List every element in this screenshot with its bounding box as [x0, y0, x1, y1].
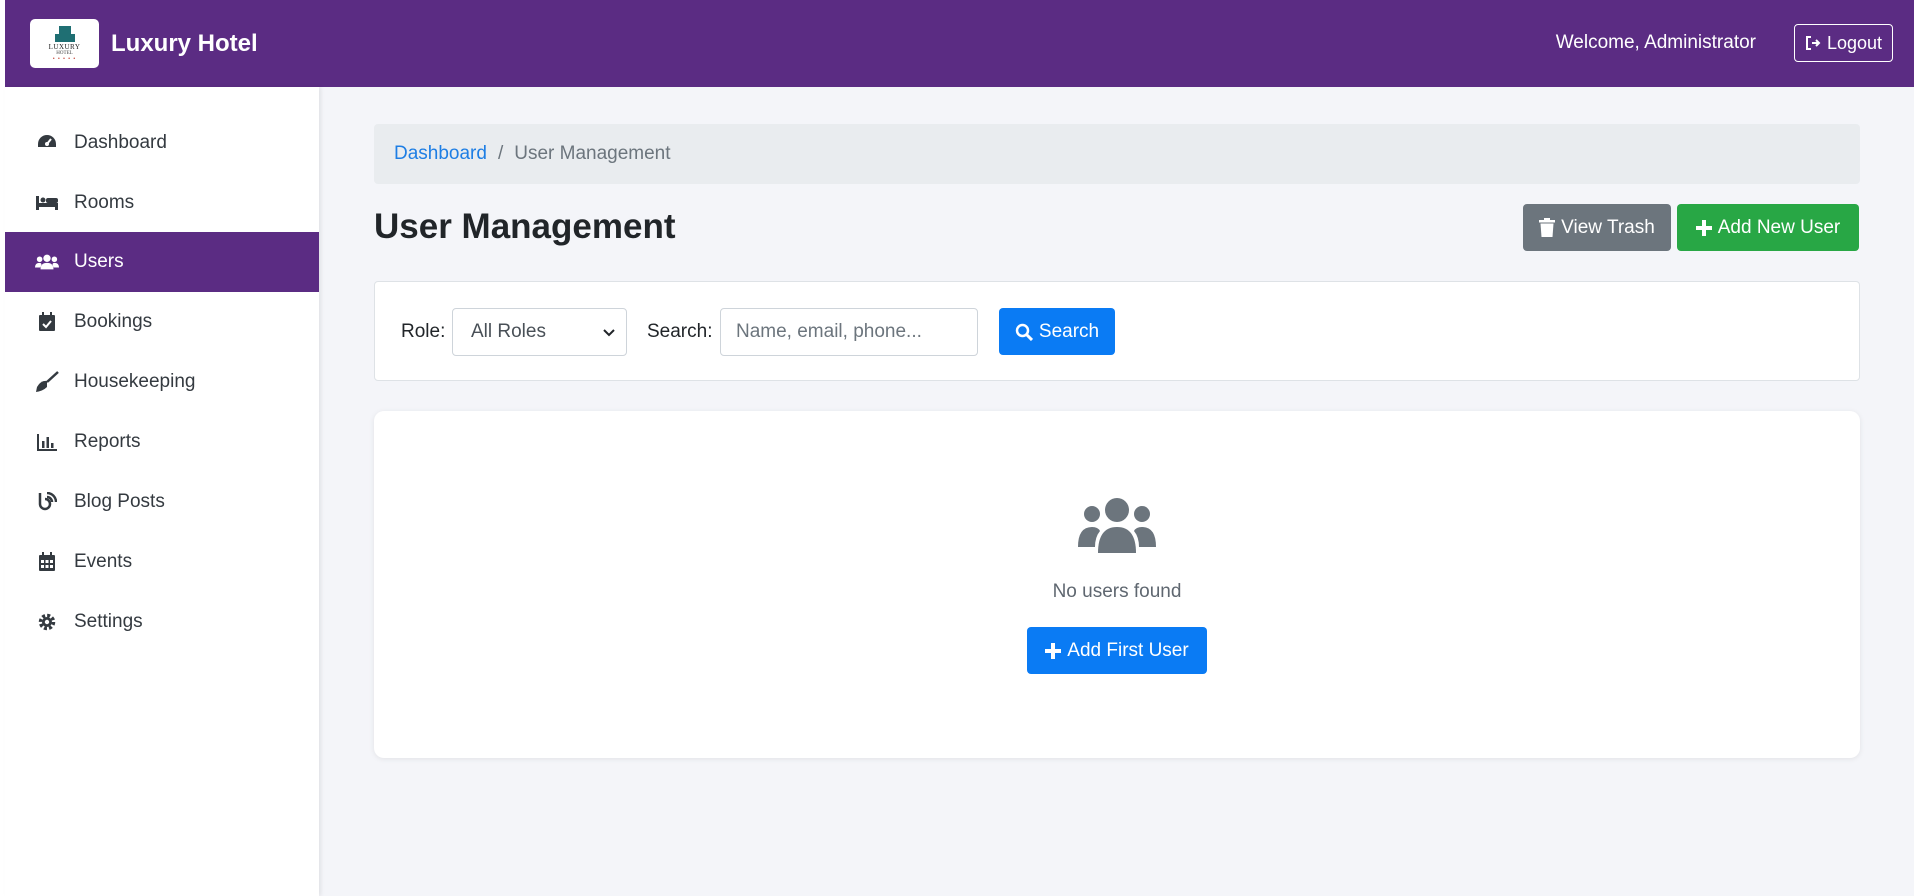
logo-name: LUXURY: [48, 42, 81, 51]
trash-icon: [1539, 218, 1556, 237]
logout-button[interactable]: Logout: [1794, 24, 1893, 62]
sidebar-item-label: Housekeeping: [74, 371, 196, 392]
breadcrumb-current: User Management: [514, 143, 671, 164]
plus-icon: [1045, 642, 1062, 659]
add-first-user-label: Add First User: [1067, 639, 1189, 661]
sidebar-item-reports[interactable]: Reports: [5, 412, 319, 472]
sidebar-item-label: Settings: [74, 611, 143, 632]
plus-icon: [1695, 219, 1712, 236]
users-icon: [35, 250, 59, 274]
sidebar-item-housekeeping[interactable]: Housekeeping: [5, 352, 319, 412]
add-first-user-button[interactable]: Add First User: [1027, 627, 1207, 674]
tachometer-icon: [35, 131, 59, 155]
bed-icon: [35, 191, 59, 215]
users-icon: [1078, 498, 1156, 553]
search-button-label: Search: [1038, 320, 1100, 342]
role-select-value: All Roles: [471, 321, 546, 342]
brand-title[interactable]: Luxury Hotel: [111, 30, 258, 58]
users-list-card: No users found Add First User: [374, 411, 1860, 758]
sidebar-item-rooms[interactable]: Rooms: [5, 173, 319, 233]
sidebar-item-users[interactable]: Users: [5, 232, 319, 292]
logo-dots: • • • • •: [52, 55, 77, 62]
sidebar-item-label: Reports: [74, 431, 141, 452]
sidebar-item-label: Events: [74, 551, 133, 572]
view-trash-label: View Trash: [1561, 216, 1655, 238]
sidebar-item-dashboard[interactable]: Dashboard: [5, 113, 319, 173]
sidebar-item-label: Users: [74, 251, 124, 272]
sidebar-item-bookings[interactable]: Bookings: [5, 292, 319, 352]
sidebar-item-events[interactable]: Events: [5, 532, 319, 592]
sidebar-item-settings[interactable]: Settings: [5, 592, 319, 652]
calendar-icon: [35, 550, 59, 574]
search-button[interactable]: Search: [999, 308, 1115, 355]
welcome-text: Welcome, Administrator: [1555, 32, 1756, 53]
add-new-user-button[interactable]: Add New User: [1677, 204, 1859, 251]
empty-state-message: No users found: [1052, 581, 1182, 602]
sidebar-item-label: Dashboard: [74, 132, 167, 153]
role-select[interactable]: All Roles: [452, 308, 627, 356]
breadcrumb: Dashboard / User Management: [374, 124, 1860, 184]
sidebar-item-label: Rooms: [74, 192, 135, 213]
page-title: User Management: [374, 207, 676, 246]
breadcrumb-separator: /: [497, 143, 504, 164]
logout-label: Logout: [1826, 32, 1883, 53]
chart-bar-icon: [35, 430, 59, 454]
blog-icon: [35, 490, 59, 514]
search-label: Search:: [647, 321, 713, 342]
sidebar-item-label: Blog Posts: [74, 491, 165, 512]
role-label: Role:: [401, 321, 446, 342]
gear-icon: [35, 610, 59, 634]
logo-building-icon: [54, 25, 75, 42]
sidebar-item-label: Bookings: [74, 311, 153, 332]
broom-icon: [35, 370, 59, 394]
sidebar-item-blog-posts[interactable]: Blog Posts: [5, 472, 319, 532]
view-trash-button[interactable]: View Trash: [1523, 204, 1671, 251]
search-input[interactable]: [720, 308, 978, 356]
chevron-down-icon: [603, 329, 615, 337]
hotel-logo[interactable]: LUXURY HOTEL • • • • •: [30, 19, 99, 68]
calendar-check-icon: [35, 310, 59, 334]
add-new-user-label: Add New User: [1717, 216, 1841, 238]
top-navbar: LUXURY HOTEL • • • • • Luxury Hotel Welc…: [5, 0, 1914, 87]
sidebar: Dashboard Rooms Users Bookings Housekeep…: [5, 87, 319, 896]
sign-out-icon: [1805, 36, 1821, 50]
filter-card: Role: All Roles Search: Search: [374, 281, 1860, 381]
search-icon: [1015, 323, 1033, 341]
breadcrumb-dashboard-link[interactable]: Dashboard: [394, 143, 487, 165]
